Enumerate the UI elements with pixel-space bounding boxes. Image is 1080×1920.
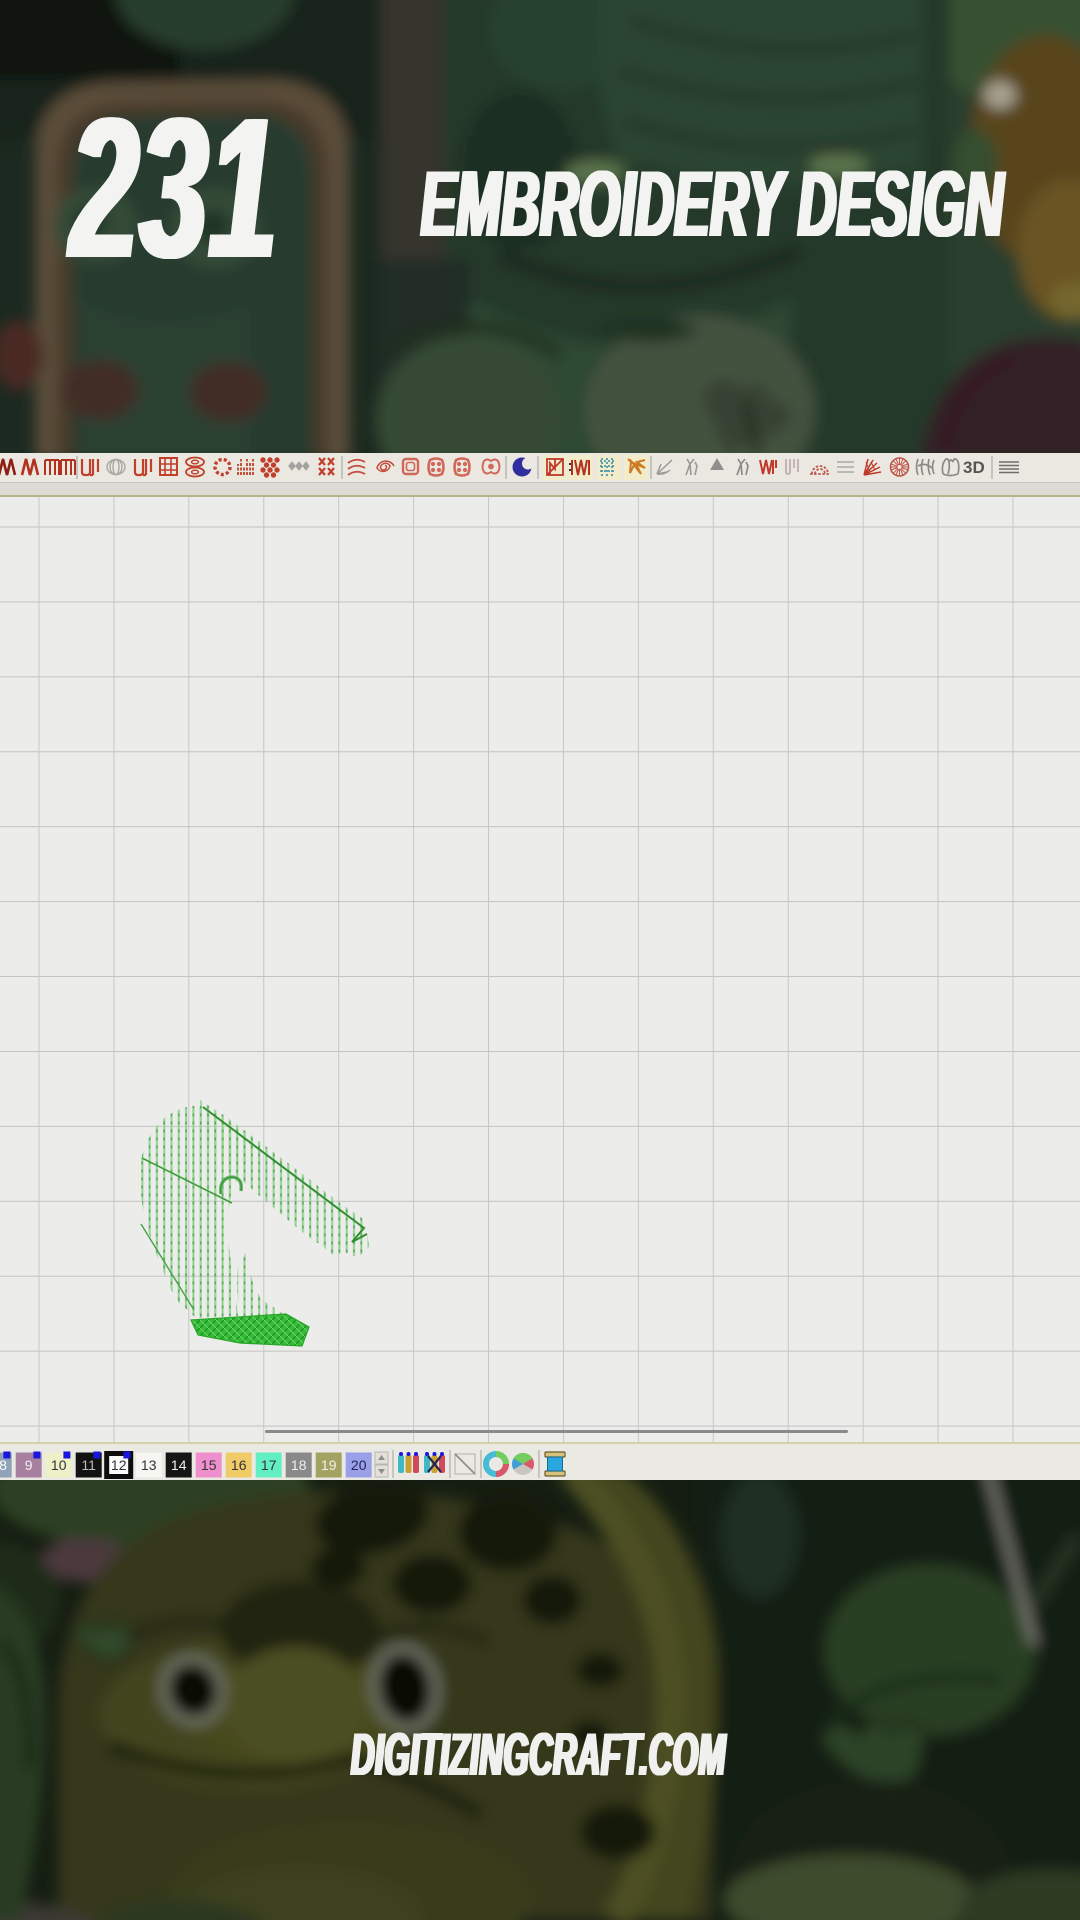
- svg-text:3D: 3D: [963, 458, 985, 477]
- svg-text:14: 14: [171, 1457, 187, 1473]
- svg-text:11: 11: [81, 1457, 96, 1473]
- svg-text:13: 13: [141, 1457, 157, 1473]
- svg-text:12: 12: [111, 1457, 127, 1473]
- svg-text:15: 15: [201, 1457, 217, 1473]
- svg-text:10: 10: [51, 1457, 67, 1473]
- svg-text:18: 18: [291, 1457, 307, 1473]
- svg-text:16: 16: [231, 1457, 247, 1473]
- svg-text:17: 17: [261, 1457, 277, 1473]
- svg-text:19: 19: [321, 1457, 337, 1473]
- svg-text:8: 8: [0, 1457, 7, 1473]
- svg-text:20: 20: [351, 1457, 367, 1473]
- svg-text:9: 9: [25, 1457, 33, 1473]
